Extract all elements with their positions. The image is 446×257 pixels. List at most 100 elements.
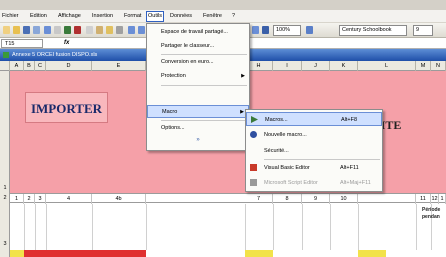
- menu-item-protection[interactable]: Protection ▶: [147, 70, 249, 83]
- print-icon[interactable]: [44, 26, 51, 34]
- help-icon[interactable]: [306, 26, 313, 34]
- column-header[interactable]: E: [92, 61, 146, 71]
- menu-outils[interactable]: Outils: [146, 11, 165, 22]
- column-header[interactable]: N: [431, 61, 446, 71]
- open-icon[interactable]: [13, 26, 20, 34]
- column-header[interactable]: K: [330, 61, 358, 71]
- menu-donnees[interactable]: Données: [170, 12, 192, 21]
- menu-item-label: Macros...: [265, 117, 288, 123]
- cell[interactable]: 2: [24, 194, 35, 204]
- menu-affichage[interactable]: Affichage: [58, 12, 81, 21]
- submenu-arrow-icon: ▶: [241, 73, 245, 79]
- select-all[interactable]: [0, 61, 10, 71]
- cell[interactable]: [10, 250, 24, 257]
- column-header[interactable]: B: [24, 61, 35, 71]
- cell[interactable]: [358, 250, 386, 257]
- menu-help[interactable]: ?: [232, 12, 235, 21]
- gridline: [330, 204, 331, 250]
- menu-item-visual-basic-editor[interactable]: Visual Basic Editor Alt+F11: [246, 161, 382, 175]
- column-header[interactable]: C: [35, 61, 46, 71]
- menu-item-label: Options...: [161, 125, 185, 131]
- menu-item-label: Conversion en euro...: [161, 59, 214, 65]
- row-header[interactable]: 1: [0, 185, 10, 191]
- cell[interactable]: [24, 250, 146, 257]
- numbering-row: 1 2 3 4 4b 7 8 9 10 11 12 1: [10, 193, 446, 204]
- macro-submenu: Macros... Alt+F8 Nouvelle macro... Sécur…: [245, 109, 383, 192]
- cell[interactable]: 9: [302, 194, 330, 204]
- menu-item-options[interactable]: Options...: [147, 122, 249, 135]
- drawing-icon[interactable]: [262, 26, 269, 34]
- column-header[interactable]: J: [302, 61, 330, 71]
- menu-item-security[interactable]: Sécurité...: [246, 144, 382, 158]
- copy-icon[interactable]: [96, 26, 103, 34]
- gridline: [245, 204, 246, 250]
- font-size-combo[interactable]: 9: [413, 25, 433, 36]
- column-header[interactable]: L: [358, 61, 416, 71]
- cell[interactable]: 3: [35, 194, 46, 204]
- column-header[interactable]: A: [10, 61, 24, 71]
- workbook-title: Annexe 5 ORCEI fusion DISPO.xls: [12, 52, 98, 58]
- cell[interactable]: 11: [416, 194, 431, 204]
- menu-item-shared-workspace[interactable]: Espace de travail partagé...: [147, 26, 249, 39]
- undo-icon[interactable]: [128, 26, 135, 34]
- cell[interactable]: [358, 194, 416, 204]
- menu-item-macro[interactable]: Macro ▶: [147, 105, 249, 118]
- vba-editor-icon: [250, 164, 257, 171]
- cell[interactable]: 7: [245, 194, 273, 204]
- research-icon[interactable]: [74, 26, 81, 34]
- zoom-combo[interactable]: 100%: [273, 25, 301, 36]
- menu-item-macros[interactable]: Macros... Alt+F8: [246, 112, 382, 126]
- menu-item-new-macro[interactable]: Nouvelle macro...: [246, 128, 382, 142]
- save-icon[interactable]: [23, 26, 30, 34]
- menu-edition[interactable]: Edition: [30, 12, 47, 21]
- column-header[interactable]: D: [46, 61, 92, 71]
- spelling-icon[interactable]: [64, 26, 71, 34]
- row-header[interactable]: 2: [0, 195, 10, 201]
- menu-separator: [161, 120, 247, 121]
- permission-icon[interactable]: [33, 26, 40, 34]
- cell[interactable]: 1: [439, 194, 446, 204]
- paste-icon[interactable]: [106, 26, 113, 34]
- gridline: [146, 204, 147, 250]
- data-row: [10, 250, 446, 257]
- column-header[interactable]: I: [273, 61, 302, 71]
- menu-item-label: Protection: [161, 73, 186, 79]
- importer-button[interactable]: IMPORTER: [25, 92, 108, 123]
- format-painter-icon[interactable]: [116, 26, 123, 34]
- font-combo[interactable]: Century Schoolbook: [339, 25, 407, 36]
- shortcut-label: Alt+F8: [341, 117, 358, 123]
- menu-item-label: Espace de travail partagé...: [161, 29, 228, 35]
- cell[interactable]: 12: [431, 194, 439, 204]
- cut-icon[interactable]: [86, 26, 93, 34]
- menu-item-euro-conversion[interactable]: Conversion en euro...: [147, 56, 249, 69]
- menu-fenetre[interactable]: Fenêtre: [203, 12, 222, 21]
- menu-insertion[interactable]: Insertion: [92, 12, 113, 21]
- menu-fichier[interactable]: Fichier: [2, 12, 19, 21]
- menu-item-share-workbook[interactable]: Partager le classeur...: [147, 40, 249, 53]
- expand-menu-icon[interactable]: »: [147, 137, 249, 143]
- gridline: [358, 204, 359, 250]
- cell[interactable]: 4: [46, 194, 92, 204]
- name-box[interactable]: T15: [1, 39, 43, 48]
- gridline: [92, 204, 93, 250]
- cell[interactable]: 1: [10, 194, 24, 204]
- row-header[interactable]: 3: [0, 241, 10, 247]
- preview-icon[interactable]: [54, 26, 61, 34]
- periode-cell[interactable]: Période pendan: [422, 207, 446, 221]
- excel-icon: [3, 51, 9, 58]
- new-icon[interactable]: [3, 26, 10, 34]
- cell[interactable]: 8: [273, 194, 302, 204]
- menu-separator: [161, 54, 247, 55]
- window-frame: [0, 0, 446, 10]
- cell[interactable]: 4b: [92, 194, 146, 204]
- chart-wizard-icon[interactable]: [252, 26, 259, 34]
- redo-icon[interactable]: [138, 26, 145, 34]
- menu-format[interactable]: Format: [124, 12, 141, 21]
- cell[interactable]: [245, 250, 273, 257]
- tools-menu: Espace de travail partagé... Partager le…: [146, 23, 250, 151]
- cell[interactable]: 10: [330, 194, 358, 204]
- gridline: [35, 204, 36, 250]
- record-macro-icon: [250, 131, 257, 138]
- column-header[interactable]: M: [416, 61, 431, 71]
- script-editor-icon: [250, 179, 257, 186]
